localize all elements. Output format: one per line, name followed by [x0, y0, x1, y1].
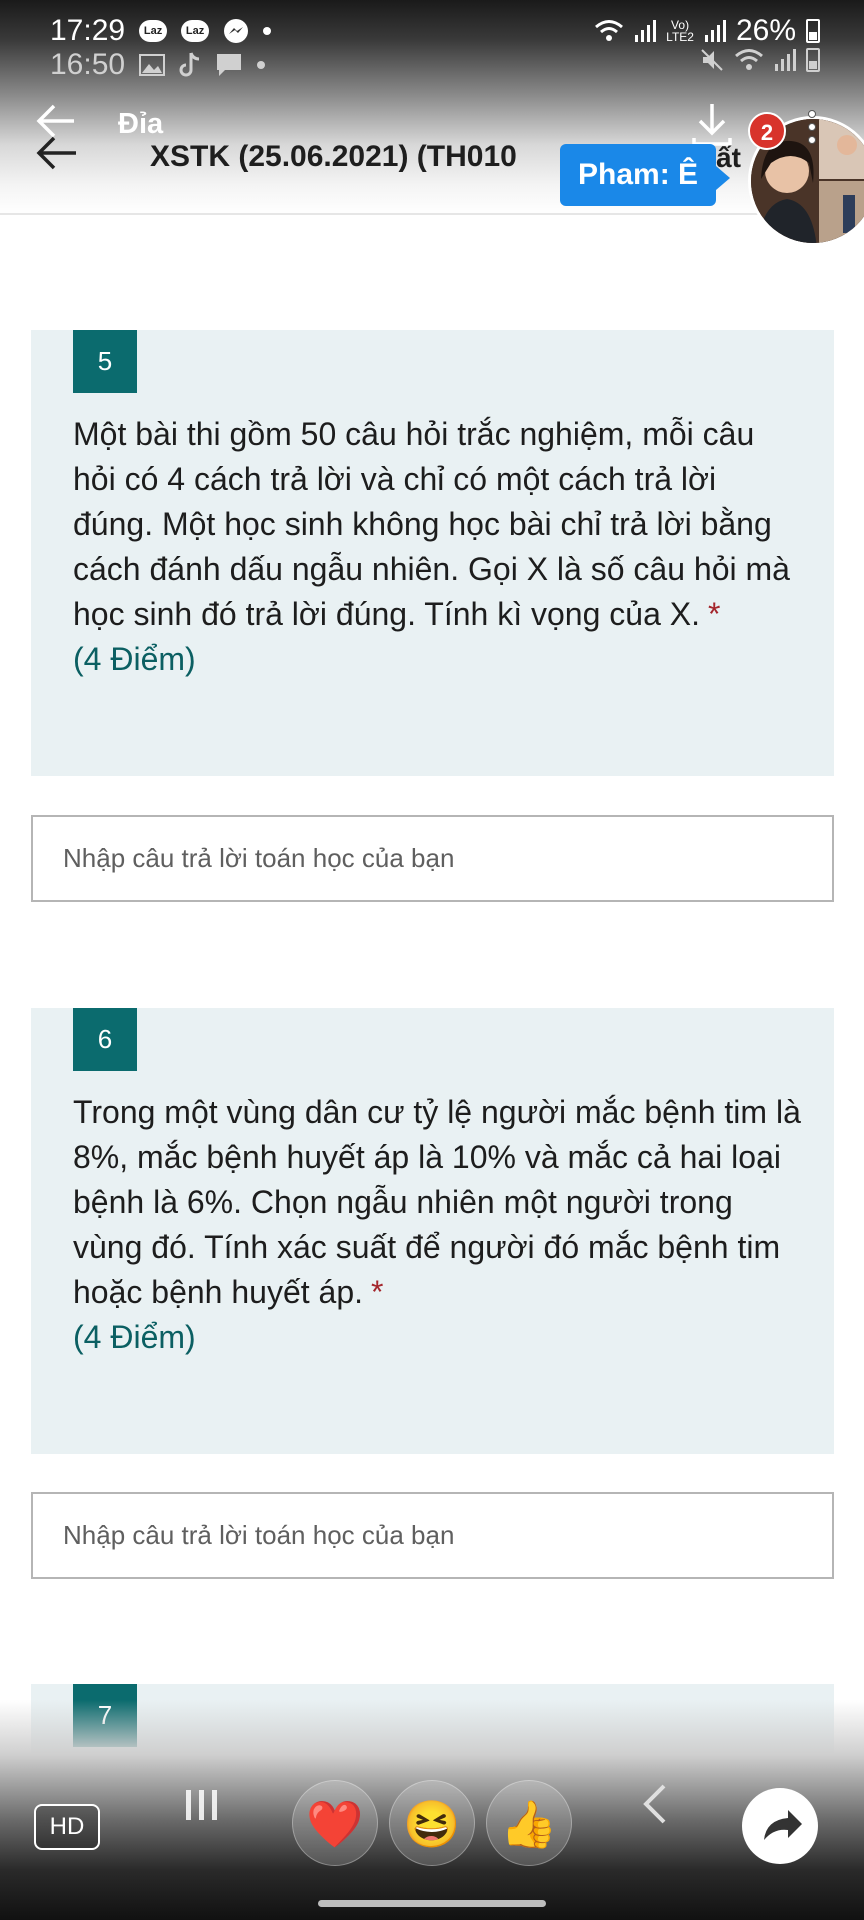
volte-icon: Vo) LTE2 — [666, 18, 694, 44]
battery-icon — [806, 19, 820, 43]
question-text: Một bài thi gồm 50 câu hỏi trắc nghiệm, … — [73, 416, 790, 632]
notification-badge: 2 — [748, 112, 786, 150]
messenger-icon — [224, 19, 249, 43]
status-time-secondary: 16:50 — [50, 48, 126, 81]
nav-back-chevron-icon[interactable] — [640, 1782, 670, 1826]
battery-icon — [806, 48, 820, 72]
recents-icon[interactable] — [186, 1790, 217, 1820]
chat-back-arrow-icon[interactable] — [36, 104, 76, 138]
share-arrow-icon — [764, 1810, 802, 1840]
question-card: 6 Trong một vùng dân cư tỷ lệ người mắc … — [31, 1008, 834, 1454]
chat-message-bubble[interactable]: Pham: Ê — [560, 144, 731, 206]
form-title: XSTK (25.06.2021) (TH010 — [150, 140, 517, 173]
question-points: (4 Điểm) — [73, 1319, 196, 1355]
wifi-icon — [735, 49, 763, 70]
answer-input[interactable] — [31, 1492, 834, 1579]
question-text-block: Trong một vùng dân cư tỷ lệ người mắc bệ… — [73, 1090, 803, 1360]
question-card: 5 Một bài thi gồm 50 câu hỏi trắc nghiệm… — [31, 330, 834, 776]
home-indicator[interactable] — [318, 1900, 546, 1907]
lazada-icon: Laz — [139, 20, 168, 42]
question-number: 6 — [73, 1008, 137, 1071]
status-bar-right-secondary — [700, 48, 820, 72]
chat-title: Đỉa — [118, 108, 164, 140]
required-asterisk: * — [371, 1274, 384, 1310]
hd-button[interactable]: HD — [34, 1804, 100, 1850]
status-bar-right: Vo) LTE2 26% — [594, 14, 820, 48]
status-time: 17:29 — [50, 14, 126, 47]
more-options-icon[interactable] — [808, 110, 816, 144]
more-notifications-icon — [263, 27, 272, 35]
answer-input[interactable] — [31, 815, 834, 902]
wifi-icon — [595, 20, 624, 41]
more-notifications-icon — [257, 61, 266, 69]
lazada-icon: Laz — [181, 20, 210, 42]
share-button[interactable] — [742, 1788, 818, 1864]
status-bar-primary: 17:29 Laz Laz — [50, 14, 272, 48]
mute-icon — [701, 49, 723, 71]
signal-icon — [775, 49, 796, 71]
heart-reaction-button[interactable]: ❤️ — [292, 1780, 378, 1866]
required-asterisk: * — [707, 596, 721, 632]
question-text-block: Một bài thi gồm 50 câu hỏi trắc nghiệm, … — [73, 412, 803, 682]
form-back-arrow-icon[interactable] — [36, 136, 78, 170]
chat-icon — [217, 54, 242, 76]
signal-icon — [704, 20, 726, 42]
battery-percent: 26% — [735, 14, 796, 47]
question-text: Trong một vùng dân cư tỷ lệ người mắc bệ… — [73, 1094, 801, 1310]
status-bar-secondary: 16:50 — [50, 48, 266, 82]
thumbs-up-reaction-button[interactable]: 👍 — [486, 1780, 572, 1866]
question-points: (4 Điểm) — [73, 641, 196, 677]
gallery-icon — [139, 54, 166, 76]
laugh-reaction-button[interactable]: 😆 — [389, 1780, 475, 1866]
tiktok-icon — [179, 52, 200, 77]
question-number: 5 — [73, 330, 137, 393]
top-overlay: 17:29 Laz Laz 16:50 Vo) LTE2 26% Đỉa XSTK… — [0, 0, 864, 246]
signal-icon — [635, 20, 657, 42]
